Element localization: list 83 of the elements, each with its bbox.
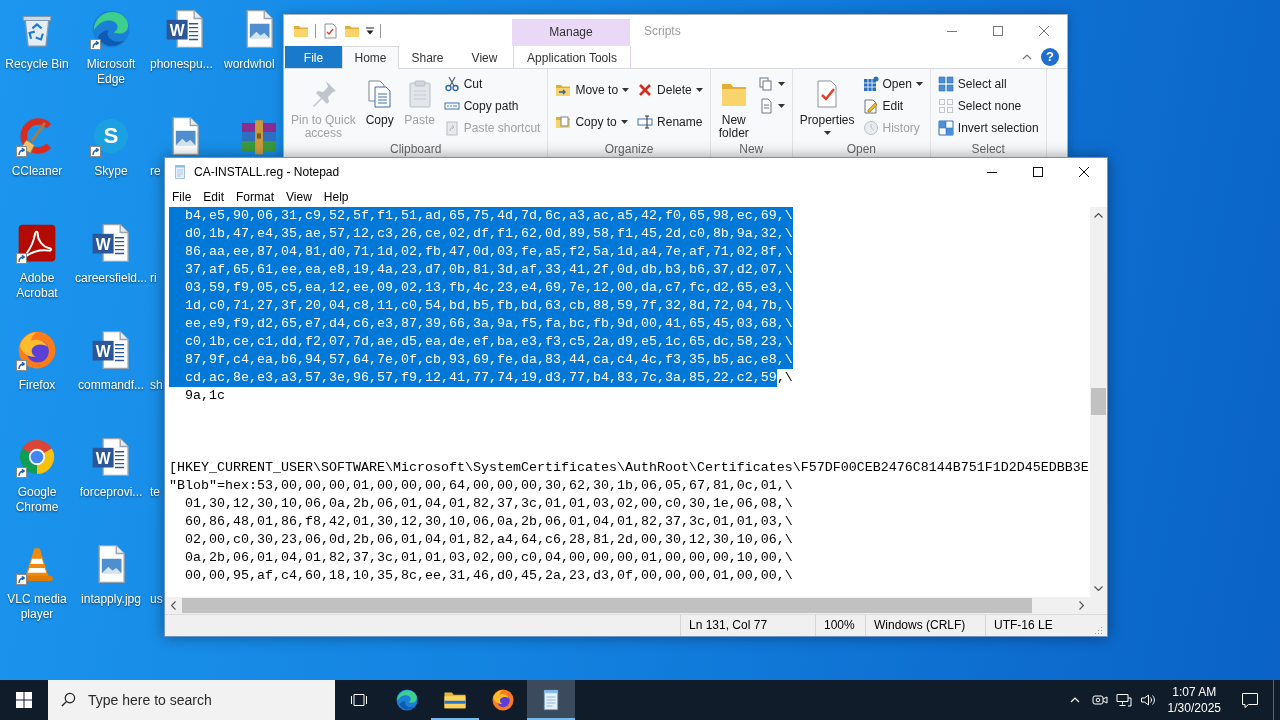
file-menu-button[interactable]: File [285,46,342,68]
notepad-icon [172,164,188,181]
contextual-tab-header: Manage [512,19,630,46]
ribbon-button[interactable]: Select none [934,95,1042,117]
pencil-page-icon [862,98,879,114]
text-line: ,\ [776,368,793,387]
text-line: 01,30,12,30,10,06,0a,2b,06,01,04,01,82,37,3c,01,01,03,02,00,c0,30,1e,06,08,\ [184,494,793,513]
clock-icon [862,120,879,136]
ribbon-button[interactable]: Delete [634,79,706,101]
text-line: 0a,2b,06,01,04,01,82,37,3c,01,01,03,02,00,c0,04,00,00,00,01,00,00,00,10,00,\ [184,548,793,567]
ribbon-button[interactable]: Edit [859,95,926,117]
clock-date[interactable]: 1/30/2025 [1167,700,1221,716]
windows-logo-icon[interactable] [16,692,32,708]
text-line: 60,86,48,01,86,f8,42,01,30,12,30,10,06,0a,2b,06,01,04,01,82,37,3c,01,01,03,\ [184,512,793,531]
maximize-icon[interactable] [1033,167,1043,178]
firefox-icon [491,688,515,712]
grid-squares-icon [937,76,954,92]
clock-time[interactable]: 1:07 AM [1172,684,1217,700]
edge-icon [395,688,419,712]
scrollbar-thumb[interactable] [1091,387,1106,415]
menu-item[interactable]: Help [317,187,355,206]
text-line: [HKEY_CURRENT_USER\SOFTWARE\Microsoft\SystemCertificates\AuthRoot\Certificates\F57DF00CEB2476C8144B751F1D2D45EDBB3E [169,458,1089,477]
ribbon-button[interactable]: Copy path [440,95,544,117]
search-field[interactable]: Type here to search [48,680,335,720]
close-icon[interactable] [1079,167,1089,178]
group-label: Clipboard [389,143,443,158]
checkered-grid-icon [937,120,954,136]
text-line: 00,00,95,af,c4,60,18,10,35,8c,ee,31,46,d0,45,2a,23,d3,0f,00,00,00,01,00,00,\ [184,566,793,585]
task-view-icon[interactable] [350,692,368,708]
menu-item[interactable]: Edit [197,187,231,206]
folder-arrow-icon [555,82,572,98]
ribbon-tab[interactable]: View [456,46,513,68]
menu-item[interactable]: Format [230,187,281,206]
caret-icon[interactable] [366,26,374,35]
window-title: Scripts [644,23,681,38]
ribbon-button[interactable]: Copy to [552,111,633,133]
text-line: "Blob"=hex:53,00,00,00,01,00,00,00,64,00,00,00,30,62,30,1b,06,05,67,81,0c,01,\ [169,476,793,495]
ribbon-button[interactable]: New folder [714,73,753,140]
firefox-icon[interactable] [16,329,58,371]
menu-item[interactable]: View [280,187,318,206]
group-label: New [738,143,765,158]
search-icon [61,692,76,707]
vertical-scrollbar[interactable] [1090,206,1107,598]
x-mark-icon [637,82,654,98]
ribbon-button[interactable]: Open [859,73,926,95]
stacked-pages-icon [757,76,774,92]
ribbon-button[interactable]: Rename [634,111,706,133]
group-label: Select [970,143,1006,158]
grid-window-icon [862,76,879,92]
scrollbar-thumb[interactable] [182,598,1032,613]
checklist-page-icon[interactable] [322,22,338,39]
group-label: Open [845,143,877,158]
ribbon-button[interactable]: Cut [440,73,544,95]
ribbon-button[interactable]: Invert selection [934,117,1042,139]
ribbon-button[interactable]: Copy [360,73,399,127]
edge-icon[interactable] [90,8,132,50]
status-text: UTF-16 LE [994,618,1053,632]
menu-item[interactable]: File [166,187,198,206]
text-line: 02,00,c0,30,23,06,0d,2b,06,01,04,01,82,a4,64,c6,28,81,2d,00,30,12,30,10,06,\ [184,530,793,549]
rename-field-icon [637,114,654,130]
folder-pages-icon [555,114,572,130]
dotted-grid-icon [937,98,954,114]
window-title: CA-INSTALL.reg - Notepad [194,165,340,180]
taskbar-app-button[interactable] [527,680,575,720]
status-text: Ln 131, Col 77 [689,618,768,632]
status-text: 100% [824,618,855,632]
scissors-icon [443,76,460,92]
resize-grip-icon[interactable] [1093,624,1103,635]
ribbon-tab[interactable]: Share [399,46,456,68]
ribbon-button[interactable]: Select all [934,73,1042,95]
status-text: Windows (CRLF) [874,618,966,632]
speech-bubble-icon[interactable] [1241,691,1259,709]
horizontal-scrollbar[interactable] [165,597,1090,614]
network-monitor-icon[interactable] [1115,692,1132,708]
ribbon-button[interactable]: Move to [552,79,633,101]
acrobat-icon[interactable] [16,222,58,264]
text-line: 9a,1c [184,386,225,405]
ribbon-tab[interactable]: Home [342,46,399,69]
speaker-icon[interactable] [1139,692,1156,708]
video-camera-icon[interactable] [1091,692,1108,708]
help-button[interactable]: ? [1041,48,1059,66]
ribbon-button[interactable]: Properties [796,73,858,135]
group-label: Organize [603,143,655,158]
